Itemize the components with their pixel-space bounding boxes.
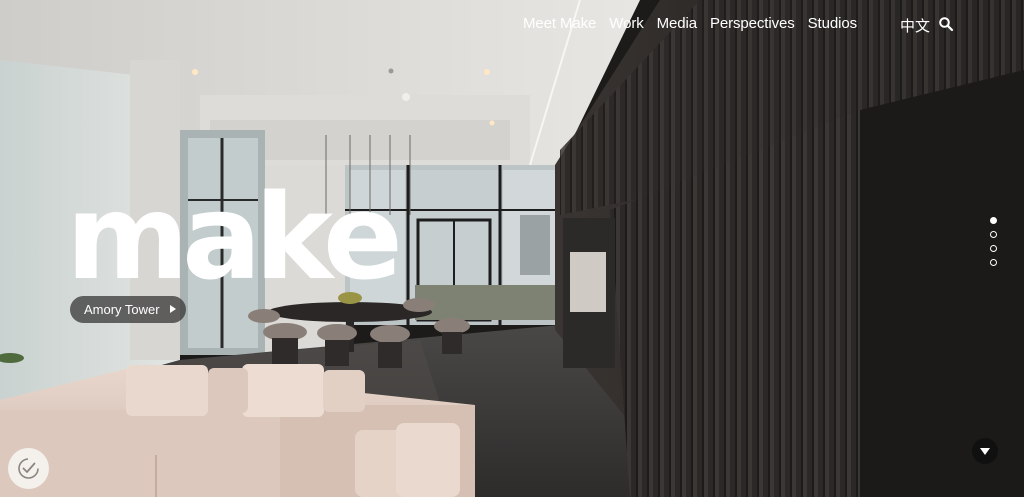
play-triangle-icon (169, 305, 176, 313)
slide-dot-3[interactable] (990, 245, 997, 252)
nav-item-perspectives[interactable]: Perspectives (710, 15, 795, 32)
cookie-consent-button[interactable] (8, 448, 49, 489)
main-nav: Meet Make Work Media Perspectives Studio… (523, 15, 857, 32)
nav-item-studios[interactable]: Studios (808, 15, 857, 32)
nav-item-meet-make[interactable]: Meet Make (523, 15, 596, 32)
nav-item-media[interactable]: Media (657, 15, 697, 32)
slide-dot-2[interactable] (990, 231, 997, 238)
chevron-down-icon (980, 448, 990, 455)
nav-item-work[interactable]: Work (609, 15, 643, 32)
language-switch[interactable]: 中文 (900, 15, 930, 36)
project-label: Amory Tower (84, 302, 160, 317)
project-link[interactable]: Amory Tower (70, 296, 186, 323)
cookie-consent-icon (18, 458, 39, 479)
slide-dot-1[interactable] (990, 217, 997, 224)
scroll-down-button[interactable] (972, 438, 998, 464)
make-logo[interactable]: make (66, 178, 403, 296)
slider-pagination (990, 217, 997, 266)
search-icon[interactable] (938, 16, 954, 32)
slide-dot-4[interactable] (990, 259, 997, 266)
